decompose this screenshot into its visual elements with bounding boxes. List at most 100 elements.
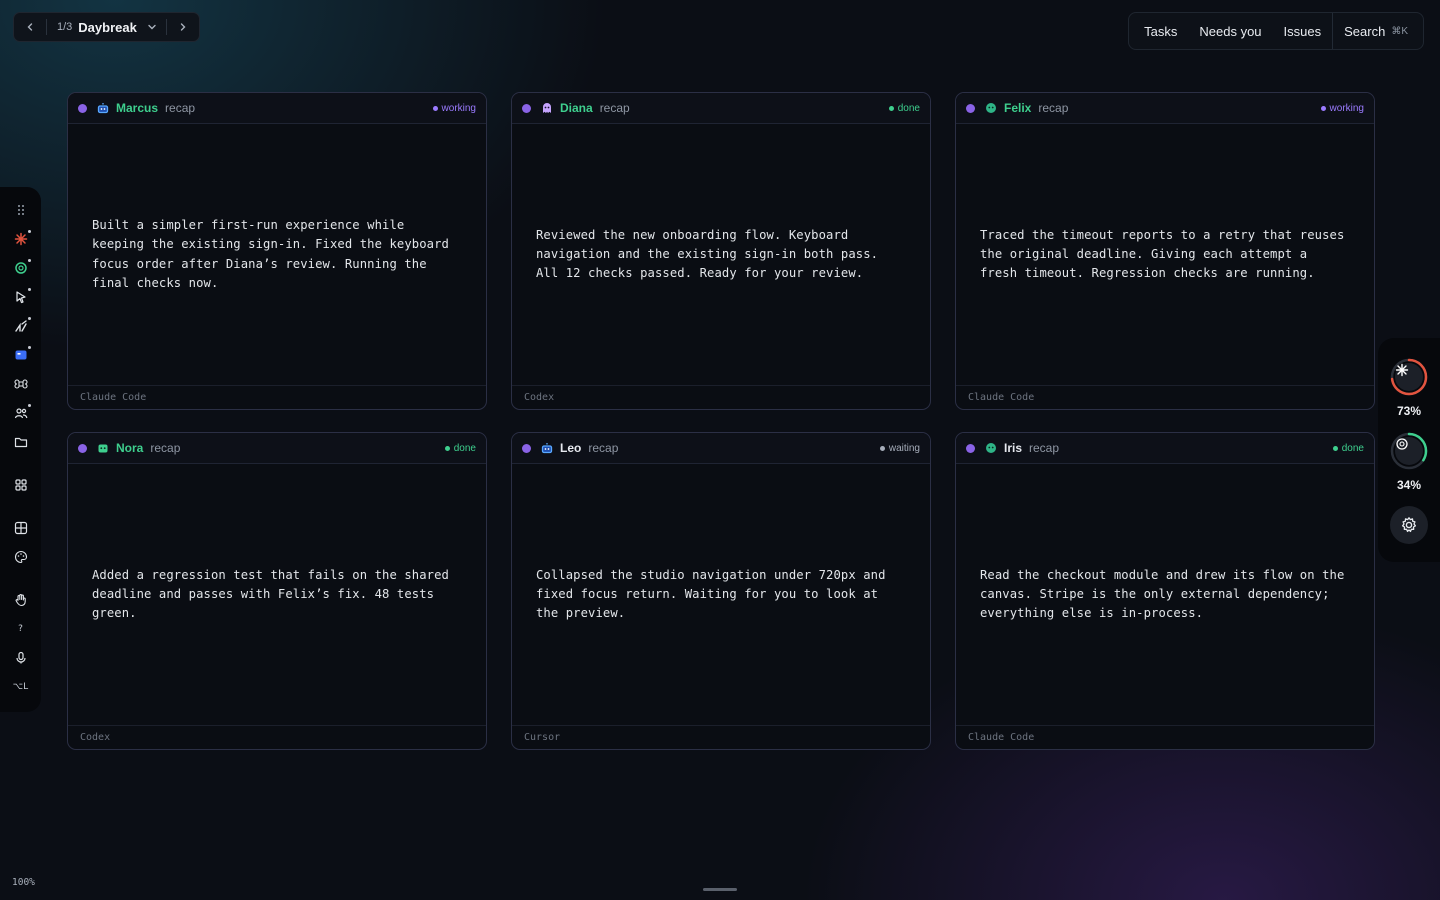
- card-footer: Claude Code: [68, 385, 486, 409]
- agent-icon: [14, 319, 27, 332]
- chevron-right-icon: [180, 23, 186, 31]
- card-text: Built a simpler first-run experience whi…: [92, 217, 449, 290]
- card-header: Diana recap done: [512, 93, 930, 124]
- openai-tool[interactable]: [0, 253, 41, 282]
- card-body: Reviewed the new onboarding flow. Keyboa…: [512, 124, 930, 385]
- grid-tool[interactable]: [0, 470, 41, 499]
- indicator-dot: [28, 346, 31, 349]
- command-icon: [13, 378, 28, 389]
- blob-avatar-icon: [985, 102, 997, 114]
- shortcut-button[interactable]: ⌥L: [0, 672, 41, 701]
- agent-card[interactable]: Diana recap done Reviewed the new onboar…: [511, 92, 931, 410]
- cursor-tool[interactable]: [0, 282, 41, 311]
- card-kind: recap: [1038, 101, 1069, 115]
- status-dot: [1332, 445, 1338, 451]
- top-menu: Tasks Needs you Issues Search ⌘K: [1128, 12, 1424, 50]
- card-kind: recap: [150, 441, 181, 455]
- agent-name: Felix: [1004, 101, 1032, 115]
- agent-tool[interactable]: [0, 311, 41, 340]
- table-icon: [14, 521, 27, 534]
- indicator-dot: [28, 259, 31, 262]
- card-kind: recap: [165, 101, 196, 115]
- drag-handle[interactable]: [0, 195, 41, 224]
- cursor-icon: [15, 290, 26, 303]
- claude-usage-percent: 73%: [1396, 404, 1422, 418]
- indicator-dot: [28, 317, 31, 320]
- tasks-button[interactable]: Tasks: [1133, 13, 1188, 49]
- indicator-dot: [28, 404, 31, 407]
- card-footer: Claude Code: [956, 725, 1374, 749]
- openai-usage-ring[interactable]: [1390, 432, 1428, 470]
- indicator-dot: [28, 230, 31, 233]
- status-dot: [1320, 105, 1326, 111]
- card-header: Nora recap done: [68, 433, 486, 464]
- status-badge: working: [1320, 103, 1364, 114]
- presence-dot: [78, 443, 87, 453]
- people-tool[interactable]: [0, 398, 41, 427]
- card-header: Marcus recap working: [68, 93, 486, 124]
- settings-button[interactable]: [1390, 506, 1428, 544]
- help-button[interactable]: ?: [0, 614, 41, 643]
- command-tool[interactable]: [0, 369, 41, 398]
- card-body: Added a regression test that fails on th…: [68, 464, 486, 725]
- hand-icon: [15, 593, 26, 606]
- palette-icon: [14, 550, 27, 563]
- people-icon: [14, 407, 27, 418]
- search-button[interactable]: Search ⌘K: [1333, 13, 1419, 49]
- agent-name: Marcus: [116, 101, 159, 115]
- openai-usage-percent: 34%: [1396, 478, 1422, 492]
- card-body: Built a simpler first-run experience whi…: [68, 124, 486, 385]
- indicator-dot: [28, 288, 31, 291]
- zoom-level[interactable]: 100%: [12, 877, 35, 888]
- bottom-drawer-handle[interactable]: [703, 888, 737, 891]
- card-footer: Cursor: [512, 725, 930, 749]
- status-label: done: [1341, 442, 1364, 454]
- presence-dot: [522, 443, 531, 453]
- agent-card[interactable]: Nora recap done Added a regression test …: [67, 432, 487, 750]
- status-badge: done: [888, 103, 920, 114]
- needs-you-button[interactable]: Needs you: [1188, 13, 1272, 49]
- usage-widget: 73% 34%: [1378, 338, 1440, 562]
- agent-card[interactable]: Felix recap working Traced the timeout r…: [955, 92, 1375, 410]
- card-header: Felix recap working: [956, 93, 1374, 124]
- card-body: Read the checkout module and drew its fl…: [956, 464, 1374, 725]
- app-tool[interactable]: [0, 340, 41, 369]
- agent-card[interactable]: Iris recap done Read the checkout module…: [955, 432, 1375, 750]
- openai-icon: [1395, 437, 1423, 465]
- card-kind: recap: [599, 101, 630, 115]
- mic-tool[interactable]: [0, 643, 41, 672]
- card-kind: recap: [588, 441, 619, 455]
- table-tool[interactable]: [0, 513, 41, 542]
- folder-tool[interactable]: [0, 427, 41, 456]
- claude-icon: [1395, 363, 1423, 391]
- robot-avatar-icon: [97, 102, 109, 114]
- issues-button[interactable]: Issues: [1273, 13, 1333, 49]
- status-label: waiting: [888, 442, 920, 454]
- board-switcher: 1/3 Daybreak: [13, 12, 200, 42]
- status-label: done: [453, 442, 476, 454]
- card-footer: Codex: [68, 725, 486, 749]
- board-name: Daybreak: [78, 19, 137, 35]
- next-board-button[interactable]: [167, 13, 199, 41]
- status-label: working: [441, 102, 476, 114]
- drag-handle-icon: [17, 204, 24, 215]
- claude-tool[interactable]: [0, 224, 41, 253]
- blob-avatar-icon: [985, 442, 997, 454]
- search-shortcut: ⌘K: [1391, 25, 1408, 37]
- card-text: Reviewed the new onboarding flow. Keyboa…: [536, 227, 879, 281]
- claude-usage-ring[interactable]: [1390, 358, 1428, 396]
- agent-name: Diana: [560, 101, 593, 115]
- agent-card[interactable]: Leo recap waiting Collapsed the studio n…: [511, 432, 931, 750]
- card-text: Traced the timeout reports to a retry th…: [980, 227, 1345, 281]
- prev-board-button[interactable]: [14, 13, 46, 41]
- presence-dot: [78, 103, 87, 113]
- hand-tool[interactable]: [0, 585, 41, 614]
- status-dot: [879, 445, 885, 451]
- board-dropdown[interactable]: 1/3 Daybreak: [47, 13, 166, 41]
- palette-tool[interactable]: [0, 542, 41, 571]
- search-label: Search: [1344, 23, 1386, 39]
- presence-dot: [966, 103, 975, 113]
- agent-card[interactable]: Marcus recap working Built a simpler fir…: [67, 92, 487, 410]
- board-count: 1/3: [57, 21, 73, 33]
- card-header: Leo recap waiting: [512, 433, 930, 464]
